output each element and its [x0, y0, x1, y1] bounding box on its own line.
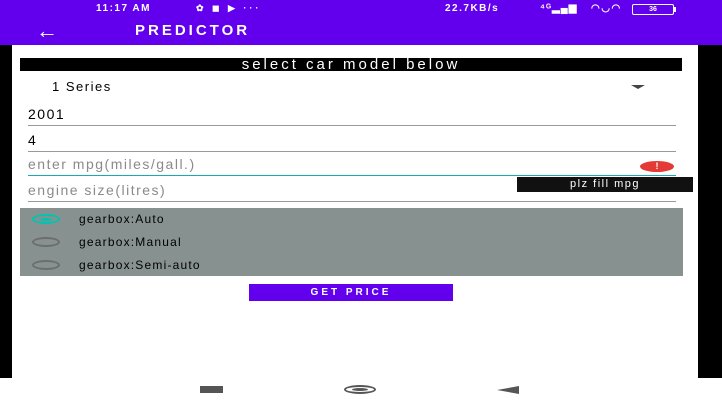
gearbox-option-semi-auto[interactable]: gearbox:Semi-auto [32, 255, 312, 275]
system-nav-bar [0, 378, 722, 402]
wifi-icon: ◠◡◠ [591, 3, 622, 14]
gearbox-option-label: gearbox:Semi-auto [79, 258, 201, 272]
back-triangle-icon[interactable] [497, 386, 519, 394]
gearbox-option-manual[interactable]: gearbox:Manual [32, 232, 312, 252]
gearbox-option-label: gearbox:Manual [79, 235, 182, 249]
radio-unchecked-icon [32, 237, 60, 247]
gearbox-option-auto[interactable]: gearbox:Auto [32, 209, 312, 229]
radio-checked-icon [32, 214, 60, 224]
battery-icon: 36 [632, 4, 676, 15]
car-model-spinner[interactable]: 1 Series [20, 75, 682, 97]
form-container: select car model below 1 Series ! plz fi… [12, 45, 698, 378]
radio-unchecked-icon [32, 260, 60, 270]
mpg-input[interactable] [28, 153, 676, 176]
engine-size-input[interactable] [28, 179, 676, 202]
home-icon[interactable] [344, 385, 376, 394]
network-speed: 22.7KB/s [445, 3, 500, 14]
error-icon: ! [640, 161, 674, 172]
model-banner: select car model below [20, 58, 682, 71]
fourth-input[interactable] [28, 129, 676, 152]
recent-apps-icon[interactable] [200, 386, 223, 393]
status-bar: 11:17 AM ✿ ◼ ▶ ··· 22.7KB/s ⁴ᴳ▂▄▆ ◠◡◠ 36 [0, 0, 722, 18]
gearbox-radio-group: gearbox:Auto gearbox:Manual gearbox:Semi… [20, 208, 683, 276]
notification-icons: ✿ ◼ ▶ ··· [196, 3, 262, 13]
dropdown-arrow-icon [631, 85, 645, 89]
gearbox-option-label: gearbox:Auto [79, 212, 165, 226]
app-bar: ← PREDICTOR [0, 18, 722, 45]
status-time: 11:17 AM [96, 3, 151, 14]
signal-icon: ⁴ᴳ▂▄▆ [540, 3, 578, 14]
page-title: PREDICTOR [135, 22, 251, 39]
car-model-value: 1 Series [52, 79, 112, 94]
get-price-button[interactable]: GET PRICE [249, 284, 453, 301]
year-input[interactable] [28, 103, 676, 126]
back-arrow-icon[interactable]: ← [36, 19, 58, 43]
